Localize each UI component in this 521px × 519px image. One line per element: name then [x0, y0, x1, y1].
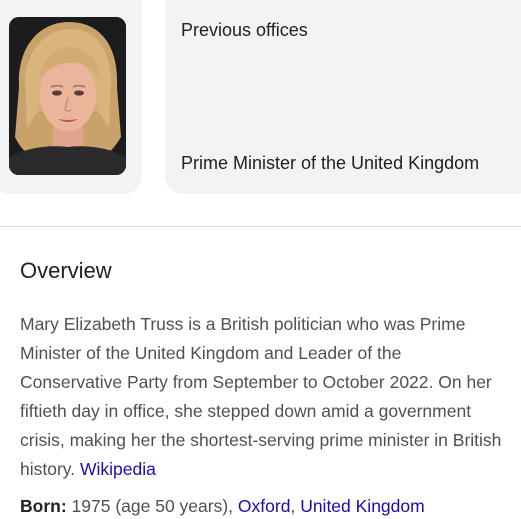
overview-description: Mary Elizabeth Truss is a British politi… [20, 310, 504, 484]
portrait-image[interactable] [9, 17, 126, 175]
portrait-illustration [9, 17, 126, 175]
section-divider [0, 226, 521, 227]
previous-office-title[interactable]: Prime Minister of the United Kingdom [181, 153, 479, 174]
born-place-separator: , [290, 496, 296, 516]
overview-description-text: Mary Elizabeth Truss is a British politi… [20, 314, 502, 479]
born-fact: Born: 1975 (age 50 years), Oxford, Unite… [20, 494, 425, 518]
born-city-link[interactable]: Oxford [238, 496, 291, 516]
knowledge-panel: Previous offices Prime Minister of the U… [0, 0, 521, 519]
born-value: 1975 (age 50 years), [71, 496, 234, 516]
born-label: Born: [20, 496, 67, 516]
wikipedia-link[interactable]: Wikipedia [80, 459, 156, 479]
previous-offices-heading: Previous offices [181, 20, 308, 40]
overview-heading: Overview [20, 258, 112, 283]
born-country-link[interactable]: United Kingdom [300, 496, 425, 516]
